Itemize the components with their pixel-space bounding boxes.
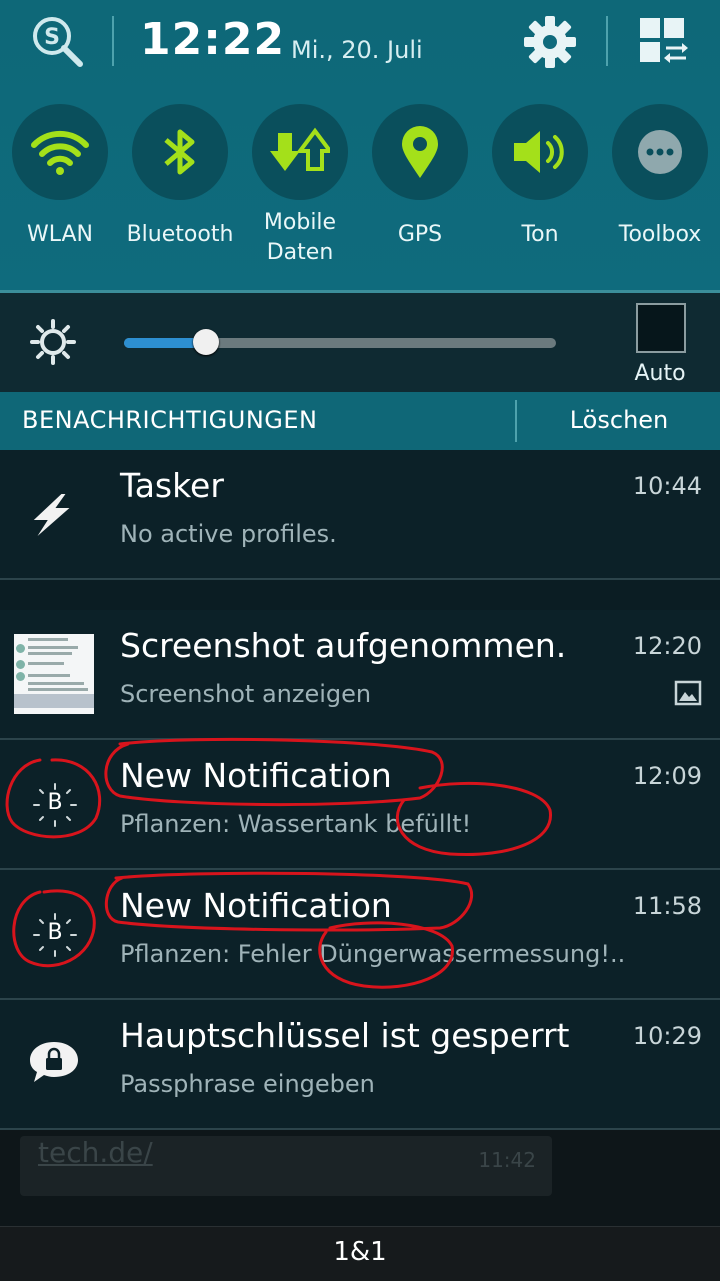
tile-label-line: Daten: [266, 240, 334, 265]
status-row: S 12:22 Mi., 20. Juli: [0, 0, 720, 90]
clock: 12:22: [140, 14, 286, 65]
carrier-label: 1&1: [333, 1237, 387, 1267]
notification-new-1[interactable]: B New Notification Pflanzen: Wassertank …: [0, 740, 720, 870]
wifi-icon: [12, 104, 108, 200]
notification-time: 10:29: [632, 1022, 702, 1050]
notification-time: 11:58: [632, 892, 702, 920]
settings-gear-icon[interactable]: [522, 14, 578, 70]
b-app-letter: B: [47, 790, 63, 815]
b-app-icon: B: [30, 910, 80, 960]
notification-title: New Notification: [120, 886, 392, 925]
s-finder-search-icon[interactable]: S: [30, 14, 86, 70]
clear-button[interactable]: Löschen: [518, 406, 720, 434]
tile-bluetooth[interactable]: Bluetooth: [120, 100, 240, 280]
brightness-icon: [30, 319, 76, 365]
toolbox-icon: [612, 104, 708, 200]
notification-title: New Notification: [120, 756, 392, 795]
tile-sound[interactable]: Ton: [480, 100, 600, 280]
brightness-slider-thumb[interactable]: [193, 329, 220, 355]
lock-bubble-icon: [30, 1042, 78, 1082]
quick-panel-header: S 12:22 Mi., 20. Juli WLAN Bluetooth Mob…: [0, 0, 720, 290]
brightness-row: Auto: [0, 290, 720, 392]
tile-label: Bluetooth: [126, 222, 234, 247]
b-app-letter: B: [47, 920, 63, 945]
tasker-bolt-icon: [33, 494, 70, 536]
notification-title: Tasker: [120, 466, 224, 505]
header-separator: [515, 400, 517, 442]
image-icon: [674, 680, 702, 706]
notification-time: 12:09: [632, 762, 702, 790]
tile-gps[interactable]: GPS: [360, 100, 480, 280]
header-divider: [112, 16, 114, 66]
quick-settings-tiles: WLAN Bluetooth Mobile Daten GPS Ton Tool…: [0, 100, 720, 280]
b-app-icon: B: [30, 780, 80, 830]
notification-text: Passphrase eingeben: [120, 1070, 375, 1098]
notification-text: Pflanzen: Fehler Düngerwassermessung!..: [120, 940, 626, 968]
tile-label-line: Mobile: [263, 210, 337, 235]
notifications-title: BENACHRICHTIGUNGEN: [22, 406, 318, 434]
screenshot-thumbnail: [14, 634, 94, 714]
notification-title: Screenshot aufgenommen.: [120, 626, 567, 665]
notification-new-2[interactable]: B New Notification Pflanzen: Fehler Düng…: [0, 870, 720, 1000]
date: Mi., 20. Juli: [291, 36, 423, 64]
tile-wlan[interactable]: WLAN: [0, 100, 120, 280]
notification-tasker[interactable]: Tasker No active profiles. 10:44: [0, 450, 720, 580]
tile-label: Ton: [521, 222, 559, 247]
tile-label: Mobile Daten: [240, 208, 360, 268]
tile-toolbox[interactable]: Toolbox: [600, 100, 720, 280]
gps-icon: [372, 104, 468, 200]
notifications-header: BENACHRICHTIGUNGEN Löschen: [0, 392, 720, 450]
carrier-bar: 1&1: [0, 1226, 720, 1281]
sound-icon: [492, 104, 588, 200]
notification-time: 10:44: [632, 472, 702, 500]
tile-mobile-data[interactable]: Mobile Daten: [240, 100, 360, 280]
edit-quick-settings-icon[interactable]: [638, 16, 690, 66]
notification-time: 12:20: [632, 632, 702, 660]
notification-text: Pflanzen: Wassertank befüllt!: [120, 810, 472, 838]
svg-text:S: S: [44, 25, 60, 50]
tile-label: Toolbox: [618, 222, 702, 247]
header-divider: [606, 16, 608, 66]
tile-label: GPS: [397, 222, 443, 247]
brightness-slider[interactable]: [124, 329, 556, 355]
bluetooth-icon: [132, 104, 228, 200]
notification-title: Hauptschlüssel ist gesperrt: [120, 1016, 570, 1055]
mobile-data-icon: [252, 104, 348, 200]
notification-text: No active profiles.: [120, 520, 337, 548]
background-time: 11:42: [478, 1148, 536, 1172]
tile-label: WLAN: [26, 222, 94, 247]
auto-brightness-label: Auto: [634, 361, 686, 386]
background-message: tech.de/ 11:42: [20, 1136, 552, 1196]
notification-text: Screenshot anzeigen: [120, 680, 372, 708]
background-link: tech.de/: [38, 1136, 153, 1169]
notification-screenshot[interactable]: Screenshot aufgenommen. Screenshot anzei…: [0, 610, 720, 740]
list-gap: [0, 580, 720, 610]
auto-brightness-checkbox[interactable]: [636, 303, 686, 353]
notification-keychain[interactable]: Hauptschlüssel ist gesperrt Passphrase e…: [0, 1000, 720, 1130]
